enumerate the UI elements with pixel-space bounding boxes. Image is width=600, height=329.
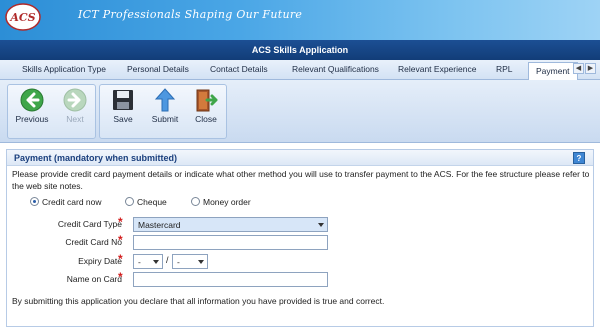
radio-label: Money order: [203, 197, 251, 207]
expiry-separator: /: [166, 255, 169, 265]
required-asterisk: *: [118, 233, 123, 247]
tab-rpl[interactable]: RPL: [496, 64, 513, 74]
upload-arrow-icon: [154, 88, 176, 112]
name-on-card-input[interactable]: [133, 272, 328, 287]
radio-unselected-icon: [125, 197, 134, 206]
card-type-label: Credit Card Type: [57, 219, 122, 229]
payment-instructions: Please provide credit card payment detai…: [12, 169, 590, 191]
close-label: Close: [195, 114, 217, 124]
radio-label: Cheque: [137, 197, 167, 207]
radio-money-order[interactable]: Money order: [191, 197, 251, 207]
radio-selected-icon: [30, 197, 39, 206]
tab-relevant-experience[interactable]: Relevant Experience: [398, 64, 476, 74]
panel-header: Payment (mandatory when submitted) ?: [7, 150, 593, 166]
submit-button[interactable]: Submit: [144, 85, 186, 125]
section-title: Payment (mandatory when submitted): [14, 153, 178, 163]
acs-logo: ACS: [5, 3, 41, 31]
radio-credit-card-now[interactable]: Credit card now: [30, 197, 102, 207]
expiry-date-label: Expiry Date: [78, 256, 122, 266]
tab-payment[interactable]: Payment: [528, 62, 578, 80]
tab-scroll-left-icon[interactable]: ◀: [573, 63, 584, 74]
save-icon: [113, 90, 133, 110]
card-number-label: Credit Card No: [65, 237, 122, 247]
radio-unselected-icon: [191, 197, 200, 206]
tab-contact-details[interactable]: Contact Details: [210, 64, 268, 74]
tab-strip: Skills Application Type Personal Details…: [0, 60, 600, 80]
arrow-left-icon: [20, 88, 44, 112]
expiry-month-value: -: [138, 257, 141, 267]
tab-scroll-right-icon[interactable]: ▶: [585, 63, 596, 74]
chevron-down-icon: [198, 260, 204, 264]
required-asterisk: *: [118, 215, 123, 229]
tagline: ICT Professionals Shaping Our Future: [78, 8, 303, 21]
expiry-year-value: -: [177, 257, 180, 267]
actions-group: Save Submit Close: [99, 84, 227, 139]
card-number-input[interactable]: [133, 235, 328, 250]
chevron-down-icon: [318, 223, 324, 227]
save-button[interactable]: Save: [102, 85, 144, 125]
tab-relevant-qualifications[interactable]: Relevant Qualifications: [292, 64, 379, 74]
declaration-text: By submitting this application you decla…: [12, 296, 385, 306]
name-on-card-label: Name on Card: [66, 274, 122, 284]
tab-skills-application-type[interactable]: Skills Application Type: [22, 64, 106, 74]
svg-text:ACS: ACS: [9, 11, 35, 24]
radio-cheque[interactable]: Cheque: [125, 197, 167, 207]
tab-personal-details[interactable]: Personal Details: [127, 64, 189, 74]
chevron-down-icon: [153, 260, 159, 264]
help-icon[interactable]: ?: [573, 152, 585, 164]
toolbar: Previous Next Save Submit Close: [0, 80, 600, 143]
exit-door-icon: [196, 89, 218, 112]
window-title: ACS Skills Application: [0, 40, 600, 60]
expiry-month-select[interactable]: -: [133, 254, 163, 269]
submit-label: Submit: [151, 114, 179, 124]
radio-label: Credit card now: [42, 197, 102, 207]
save-label: Save: [113, 114, 133, 124]
required-asterisk: *: [118, 252, 123, 266]
card-type-select[interactable]: Mastercard: [133, 217, 328, 232]
close-button[interactable]: Close: [185, 85, 227, 125]
navigation-group: Previous Next: [7, 84, 96, 139]
header-banner: ACS ICT Professionals Shaping Our Future: [0, 0, 600, 40]
previous-button[interactable]: Previous: [11, 85, 53, 125]
required-asterisk: *: [118, 270, 123, 284]
next-label: Next: [66, 114, 84, 124]
previous-label: Previous: [15, 114, 49, 124]
expiry-year-select[interactable]: -: [172, 254, 208, 269]
card-type-value: Mastercard: [138, 220, 181, 230]
next-button[interactable]: Next: [54, 85, 96, 125]
arrow-right-icon: [63, 88, 87, 112]
